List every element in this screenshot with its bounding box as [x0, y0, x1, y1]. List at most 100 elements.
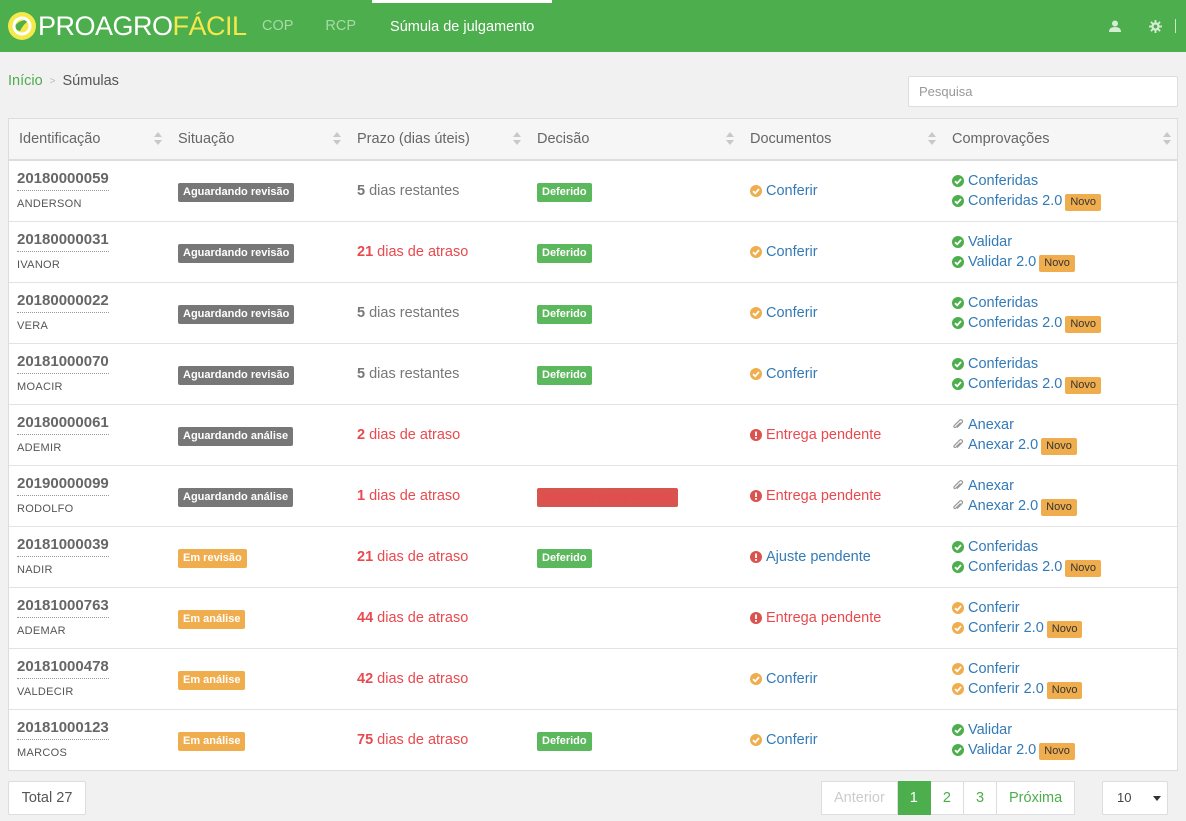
comprovacao-label: Conferidas — [968, 173, 1039, 189]
documentos-link[interactable]: Entrega pendente — [750, 608, 881, 628]
nav-rcp[interactable]: RCP — [309, 0, 372, 52]
documentos-link[interactable]: Conferir — [750, 364, 818, 384]
pagination-next[interactable]: Próxima — [997, 781, 1076, 815]
nav-sumula-de-julgamento[interactable]: Súmula de julgamento — [372, 0, 553, 52]
documentos-link[interactable]: Entrega pendente — [750, 425, 881, 445]
producer-name: ADEMAR — [17, 625, 66, 637]
comprovacao-label: Validar 2.0 — [968, 742, 1037, 758]
cell-decisao: Deferido — [527, 527, 740, 587]
cell-prazo: 5 dias restantes — [347, 283, 527, 343]
user-icon — [1109, 20, 1121, 32]
comprovacao-link[interactable]: Validar 2.0 Novo — [952, 740, 1075, 760]
cell-decisao — [527, 588, 740, 648]
documentos-link[interactable]: Conferir — [750, 730, 818, 750]
documentos-link[interactable]: Ajuste pendente — [750, 547, 871, 567]
documentos-link[interactable]: Conferir — [750, 669, 818, 689]
identification-link[interactable]: 20181000123 — [17, 718, 109, 740]
column-header-decisao[interactable]: Decisão — [527, 119, 740, 159]
cell-identificacao: 20181000763 ADEMAR — [9, 588, 168, 648]
documentos-link[interactable]: Conferir — [750, 303, 818, 323]
identification-link[interactable]: 20180000061 — [17, 413, 109, 435]
pagination-page-1[interactable]: 1 — [897, 781, 931, 815]
new-badge: Novo — [1065, 376, 1101, 394]
comprovacao-link[interactable]: Conferidas — [952, 293, 1101, 313]
check-circle-icon — [952, 317, 968, 329]
page-size-select[interactable]: 10 — [1102, 781, 1168, 815]
documentos-label: Entrega pendente — [766, 488, 882, 504]
decision-badge: Indeferido sumariamente — [537, 488, 678, 507]
deadline-text: 75 dias de atraso — [357, 730, 468, 750]
pagination-page-2[interactable]: 2 — [930, 781, 964, 815]
comprovacao-label: Validar — [968, 722, 1013, 738]
pagination-page-3[interactable]: 3 — [963, 781, 998, 815]
comprovacao-label: Conferidas — [968, 539, 1039, 555]
cell-documentos: Conferir — [740, 344, 942, 404]
breadcrumb-home-link[interactable]: Início — [8, 73, 43, 89]
identification-link[interactable]: 20181000478 — [17, 657, 109, 679]
comprovacao-link[interactable]: Anexar — [952, 476, 1077, 496]
column-header-prazo[interactable]: Prazo (dias úteis) — [347, 119, 527, 159]
identification-link[interactable]: 20180000059 — [17, 169, 109, 191]
documentos-link[interactable]: Conferir — [750, 181, 818, 201]
column-header-label: Prazo (dias úteis) — [357, 131, 470, 147]
search-input[interactable] — [908, 76, 1178, 107]
top-icons — [1095, 0, 1186, 52]
deadline-days: 21 — [357, 549, 374, 565]
comprovacao-link[interactable]: Anexar — [952, 415, 1077, 435]
cell-documentos: Entrega pendente — [740, 405, 942, 465]
column-header-identificacao[interactable]: Identificação — [9, 119, 168, 159]
comprovacao-link[interactable]: Conferidas — [952, 171, 1101, 191]
cell-comprovacoes: Conferir Conferir 2.0 Novo — [942, 649, 1177, 709]
comprovacao-label: Conferidas 2.0 — [968, 193, 1063, 209]
deadline-label: dias restantes — [369, 183, 460, 199]
identification-link[interactable]: 20181000070 — [17, 352, 109, 374]
comprovacao-link[interactable]: Conferidas 2.0 Novo — [952, 374, 1101, 394]
check-circle-icon — [952, 744, 968, 756]
settings-button[interactable] — [1135, 0, 1175, 52]
comprovacao-link[interactable]: Anexar 2.0 Novo — [952, 435, 1077, 455]
cell-situacao: Aguardando revisão — [168, 222, 347, 282]
identification-link[interactable]: 20190000099 — [17, 474, 109, 496]
comprovacao-link[interactable]: Conferir — [952, 659, 1082, 679]
comprovacao-link[interactable]: Conferidas 2.0 Novo — [952, 557, 1101, 577]
comprovacao-link[interactable]: Anexar 2.0 Novo — [952, 496, 1077, 516]
identification-link[interactable]: 20180000031 — [17, 230, 109, 252]
producer-name: VALDECIR — [17, 686, 74, 698]
decision-badge: Deferido — [537, 183, 592, 202]
comprovacao-link[interactable]: Conferir 2.0 Novo — [952, 679, 1083, 699]
column-header-label: Identificação — [19, 131, 101, 147]
check-circle-icon — [952, 724, 968, 736]
cell-comprovacoes: Anexar Anexar 2.0 Novo — [942, 466, 1177, 526]
nav-cop[interactable]: COP — [246, 0, 309, 52]
column-header-situacao[interactable]: Situação — [168, 119, 347, 159]
cell-documentos: Conferir — [740, 161, 942, 221]
identification-link[interactable]: 20181000763 — [17, 596, 109, 618]
deadline-label: dias de atraso — [377, 244, 469, 260]
comprovacao-link[interactable]: Conferir 2.0 Novo — [952, 618, 1083, 638]
comprovacao-link[interactable]: Validar 2.0 Novo — [952, 252, 1075, 272]
decision-badge: Deferido — [537, 244, 592, 263]
column-header-comprovacoes[interactable]: Comprovações — [942, 119, 1177, 159]
documentos-link[interactable]: Entrega pendente — [750, 486, 881, 506]
documentos-link[interactable]: Conferir — [750, 242, 818, 262]
brand-logo[interactable]: PROAGROFÁCIL — [7, 10, 247, 42]
cell-identificacao: 20180000061 ADEMIR — [9, 405, 168, 465]
breadcrumb-separator: > — [49, 75, 56, 87]
user-menu-button[interactable] — [1095, 0, 1135, 52]
cell-documentos: Conferir — [740, 222, 942, 282]
identification-link[interactable]: 20181000039 — [17, 535, 109, 557]
check-circle-icon — [750, 307, 766, 319]
identification-link[interactable]: 20180000022 — [17, 291, 109, 313]
comprovacao-link[interactable]: Conferidas — [952, 354, 1101, 374]
comprovacao-link[interactable]: Conferidas — [952, 537, 1101, 557]
comprovacao-link[interactable]: Validar — [952, 720, 1075, 740]
table-row: 20180000022 VERA Aguardando revisão 5 di… — [9, 283, 1177, 344]
new-badge: Novo — [1041, 437, 1077, 455]
column-header-documentos[interactable]: Documentos — [740, 119, 942, 159]
comprovacao-link[interactable]: Conferidas 2.0 Novo — [952, 191, 1101, 211]
status-badge: Em análise — [178, 732, 246, 751]
pagination-previous[interactable]: Anterior — [821, 781, 898, 815]
comprovacao-link[interactable]: Conferidas 2.0 Novo — [952, 313, 1101, 333]
comprovacao-link[interactable]: Validar — [952, 232, 1075, 252]
comprovacao-link[interactable]: Conferir — [952, 598, 1082, 618]
